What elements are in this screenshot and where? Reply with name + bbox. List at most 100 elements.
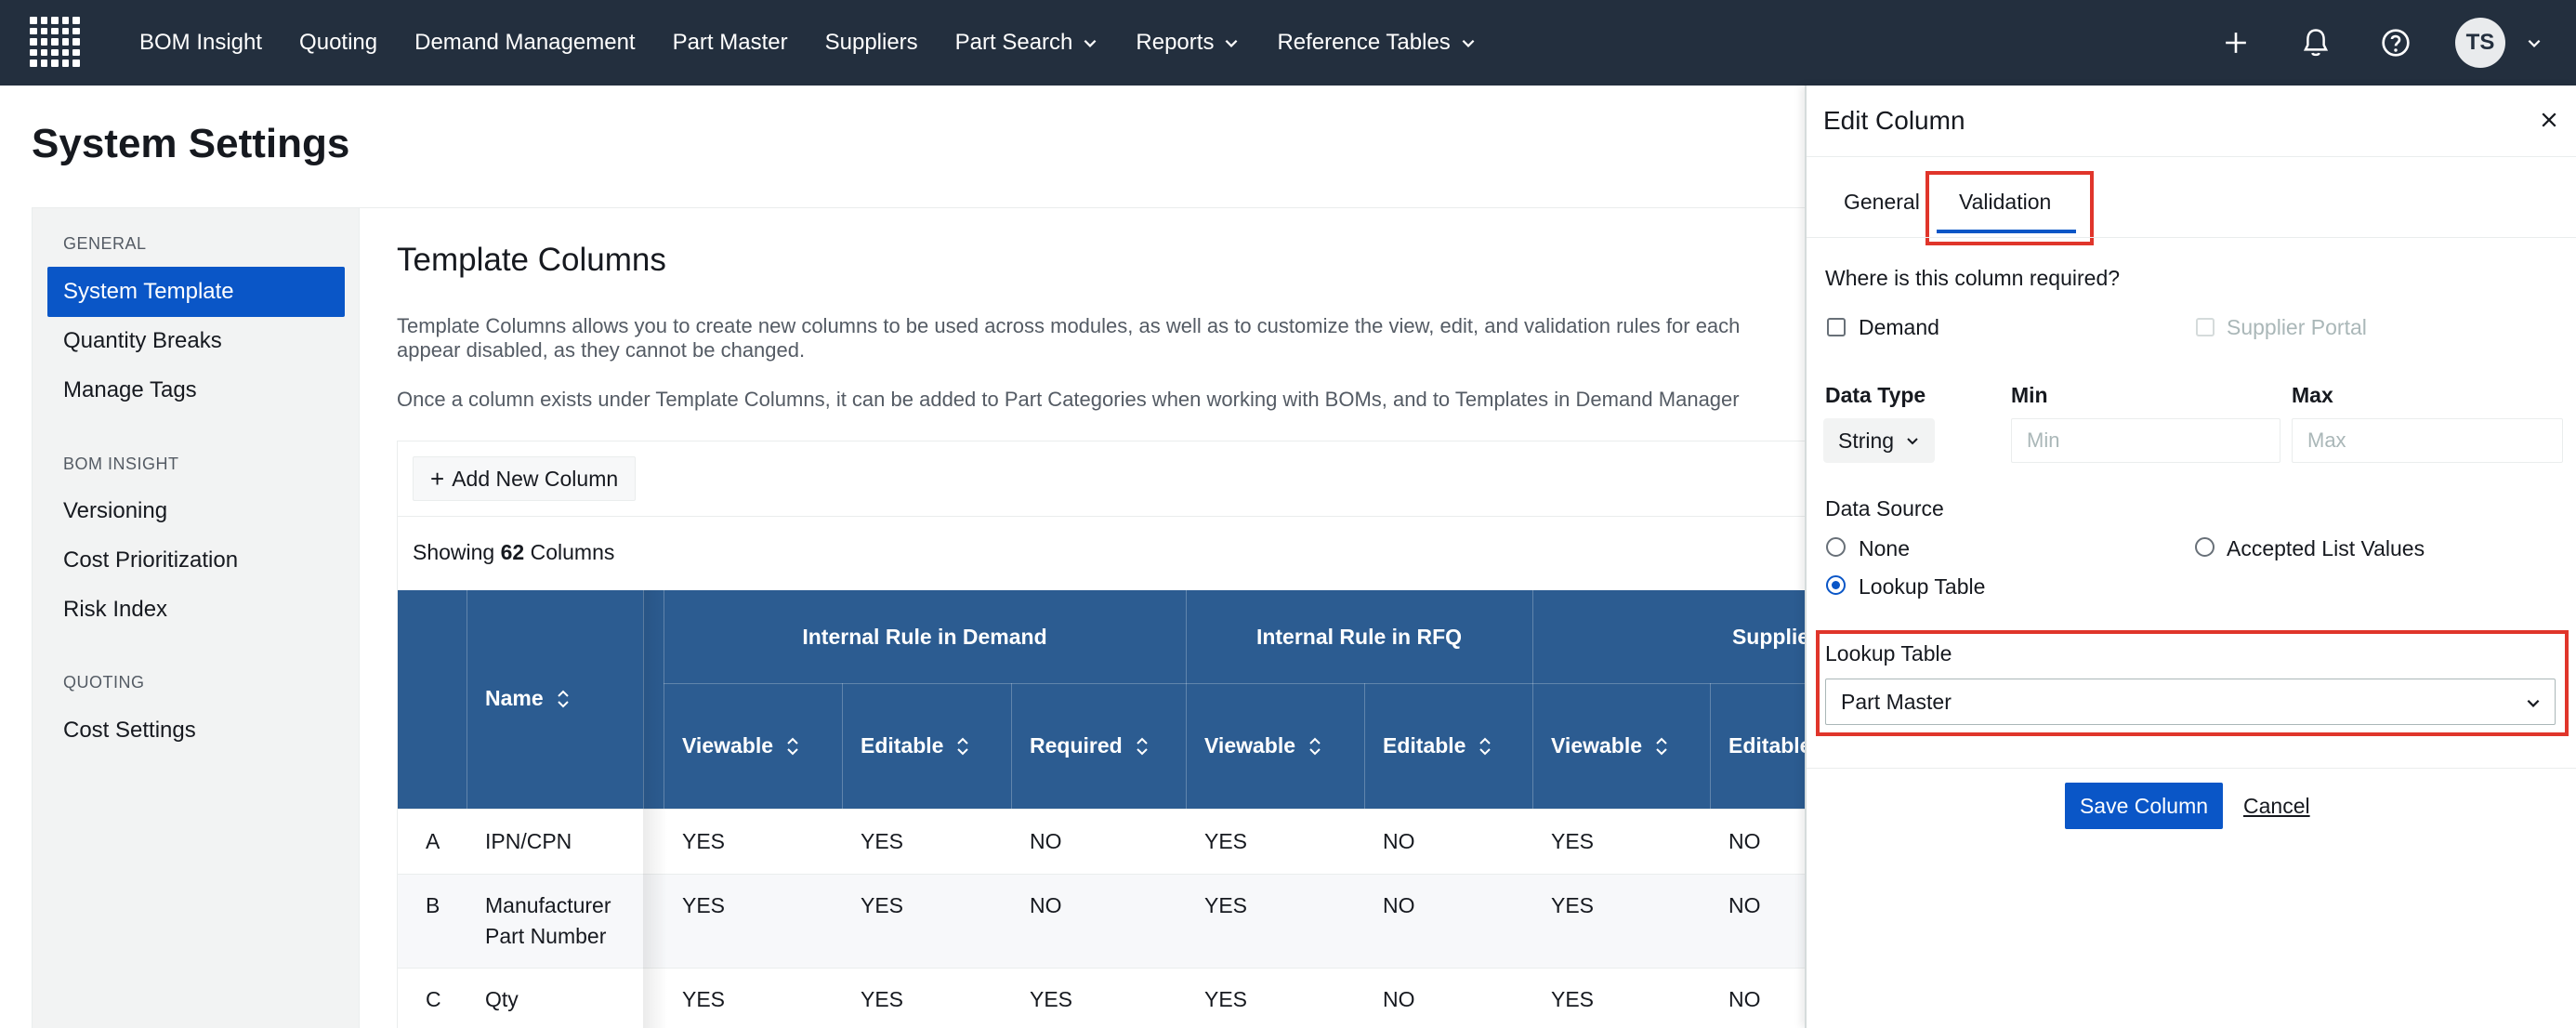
demand-checkbox[interactable]: [1827, 318, 1846, 336]
cell-value: NO: [1030, 829, 1062, 853]
cell-value: NO: [1728, 893, 1761, 917]
sidebar-item-cost-settings[interactable]: Cost Settings: [47, 705, 345, 756]
group-header-rfq: Internal Rule in RFQ: [1255, 624, 1463, 649]
cell-value: YES: [682, 829, 726, 853]
close-icon[interactable]: [2541, 112, 2557, 128]
sidebar-section-quoting: QUOTING: [63, 673, 145, 692]
nav-item-part-search[interactable]: Part Search: [955, 30, 1099, 56]
edit-column-drawer: Edit Column General Validation Where is …: [1805, 86, 2576, 1028]
data-source-none-radio[interactable]: [1826, 537, 1846, 557]
supplier-portal-checkbox-label: Supplier Portal: [2227, 315, 2367, 339]
column-header-label: Required: [1030, 733, 1123, 758]
column-header-rfq-editable[interactable]: Editable: [1383, 683, 1492, 809]
sort-icon: [557, 690, 569, 707]
section-heading: Template Columns: [397, 242, 666, 278]
nav-item-demand-management[interactable]: Demand Management: [414, 30, 635, 56]
user-avatar[interactable]: TS: [2455, 18, 2505, 68]
row-key: A: [426, 829, 440, 853]
table-row[interactable]: C Qty YES YES YES YES NO YES NO: [398, 968, 1885, 1028]
top-navigation: BOM Insight Quoting Demand Management Pa…: [0, 0, 2576, 86]
row-name: IPN/CPN: [485, 829, 572, 853]
table-row[interactable]: A IPN/CPN YES YES NO YES NO YES NO: [398, 809, 1885, 874]
nav-item-reports[interactable]: Reports: [1136, 30, 1240, 56]
sort-icon: [957, 737, 969, 755]
group-header-demand: Internal Rule in Demand: [802, 624, 1047, 649]
min-input[interactable]: [2011, 418, 2280, 463]
sort-icon: [1136, 737, 1148, 755]
cancel-button[interactable]: Cancel: [2243, 794, 2310, 819]
chevron-down-icon: [1462, 39, 1475, 47]
nav-item-label: Suppliers: [824, 30, 918, 55]
divider: [1807, 768, 2576, 769]
column-header-rfq-viewable[interactable]: Viewable: [1204, 683, 1321, 809]
column-header-demand-required[interactable]: Required: [1030, 683, 1149, 809]
nav-item-reference-tables[interactable]: Reference Tables: [1277, 30, 1476, 56]
sidebar-item-cost-prioritization[interactable]: Cost Prioritization: [47, 535, 345, 586]
column-header-label: Viewable: [682, 733, 774, 758]
sidebar-item-manage-tags[interactable]: Manage Tags: [47, 365, 345, 415]
bell-icon[interactable]: [2295, 22, 2336, 63]
add-icon[interactable]: [2215, 22, 2256, 63]
add-new-column-button[interactable]: + Add New Column: [413, 456, 637, 501]
data-source-accepted-list-radio[interactable]: [2195, 537, 2215, 557]
chevron-down-icon[interactable]: [2526, 34, 2543, 51]
highlight-box-lookup-table: [1816, 630, 2569, 736]
description-line-1b: appear disabled, as they cannot be chang…: [397, 338, 806, 362]
sort-icon: [1656, 737, 1667, 755]
description-line-2: Once a column exists under Template Colu…: [397, 388, 1740, 411]
data-source-lookup-table-radio[interactable]: [1826, 575, 1846, 595]
cell-value: YES: [1551, 829, 1595, 853]
sidebar-item-system-template[interactable]: System Template: [47, 267, 345, 317]
help-icon[interactable]: [2375, 22, 2416, 63]
tab-general[interactable]: General: [1844, 190, 1920, 215]
data-source-none-label: None: [1859, 536, 1910, 560]
save-column-button[interactable]: Save Column: [2065, 783, 2223, 829]
app-grid-logo-icon[interactable]: [30, 17, 80, 67]
data-source-accepted-list-label: Accepted List Values: [2227, 536, 2425, 560]
cell-value: YES: [861, 829, 904, 853]
min-label: Min: [2011, 383, 2048, 407]
cell-value: NO: [1728, 829, 1761, 853]
data-type-select[interactable]: String: [1823, 418, 1935, 463]
row-name-line-2: Part Number: [485, 924, 607, 948]
sidebar-item-risk-index[interactable]: Risk Index: [47, 585, 345, 635]
column-header-demand-viewable[interactable]: Viewable: [682, 683, 799, 809]
sort-icon: [1309, 737, 1321, 755]
template-columns-panel: Template Columns Template Columns allows…: [360, 208, 1885, 1028]
cell-value: NO: [1030, 893, 1062, 917]
table-header: Name Internal Rule in Demand Internal Ru…: [398, 590, 1885, 809]
divider: [1807, 156, 2576, 157]
nav-right-actions: TS: [2215, 0, 2576, 86]
nav-item-bom-insight[interactable]: BOM Insight: [139, 30, 262, 56]
nav-item-label: BOM Insight: [139, 30, 263, 55]
sidebar-item-quantity-breaks[interactable]: Quantity Breaks: [47, 316, 345, 366]
cell-value: YES: [1204, 987, 1248, 1011]
sidebar-item-versioning[interactable]: Versioning: [47, 486, 345, 536]
column-header-label: Name: [485, 686, 544, 710]
row-name: Qty: [485, 987, 519, 1011]
nav-item-label: Demand Management: [414, 30, 636, 55]
nav-item-quoting[interactable]: Quoting: [299, 30, 377, 56]
column-header-demand-editable[interactable]: Editable: [861, 683, 969, 809]
column-header-supplier-viewable[interactable]: Viewable: [1551, 683, 1668, 809]
cell-value: YES: [861, 987, 904, 1011]
plus-icon: +: [430, 464, 445, 493]
nav-item-label: Part Search: [954, 30, 1073, 55]
supplier-portal-checkbox: [2196, 318, 2215, 336]
chevron-down-icon: [1907, 438, 1918, 445]
column-header-supplier-editable[interactable]: Editable: [1728, 683, 1811, 809]
highlight-box-validation-tab: [1925, 171, 2094, 245]
table-row[interactable]: B Manufacturer Part Number YES YES NO YE…: [398, 874, 1885, 968]
avatar-initials: TS: [2465, 30, 2495, 55]
max-input[interactable]: [2292, 418, 2563, 463]
nav-item-suppliers[interactable]: Suppliers: [825, 30, 918, 56]
nav-item-label: Reference Tables: [1277, 30, 1451, 55]
chevron-down-icon: [1226, 39, 1238, 47]
nav-item-part-master[interactable]: Part Master: [673, 30, 788, 56]
cell-value: YES: [1551, 987, 1595, 1011]
sort-icon: [787, 737, 798, 755]
column-header-name[interactable]: Name: [485, 686, 570, 711]
cell-value: YES: [682, 987, 726, 1011]
cell-value: YES: [861, 893, 904, 917]
cell-value: NO: [1383, 829, 1415, 853]
